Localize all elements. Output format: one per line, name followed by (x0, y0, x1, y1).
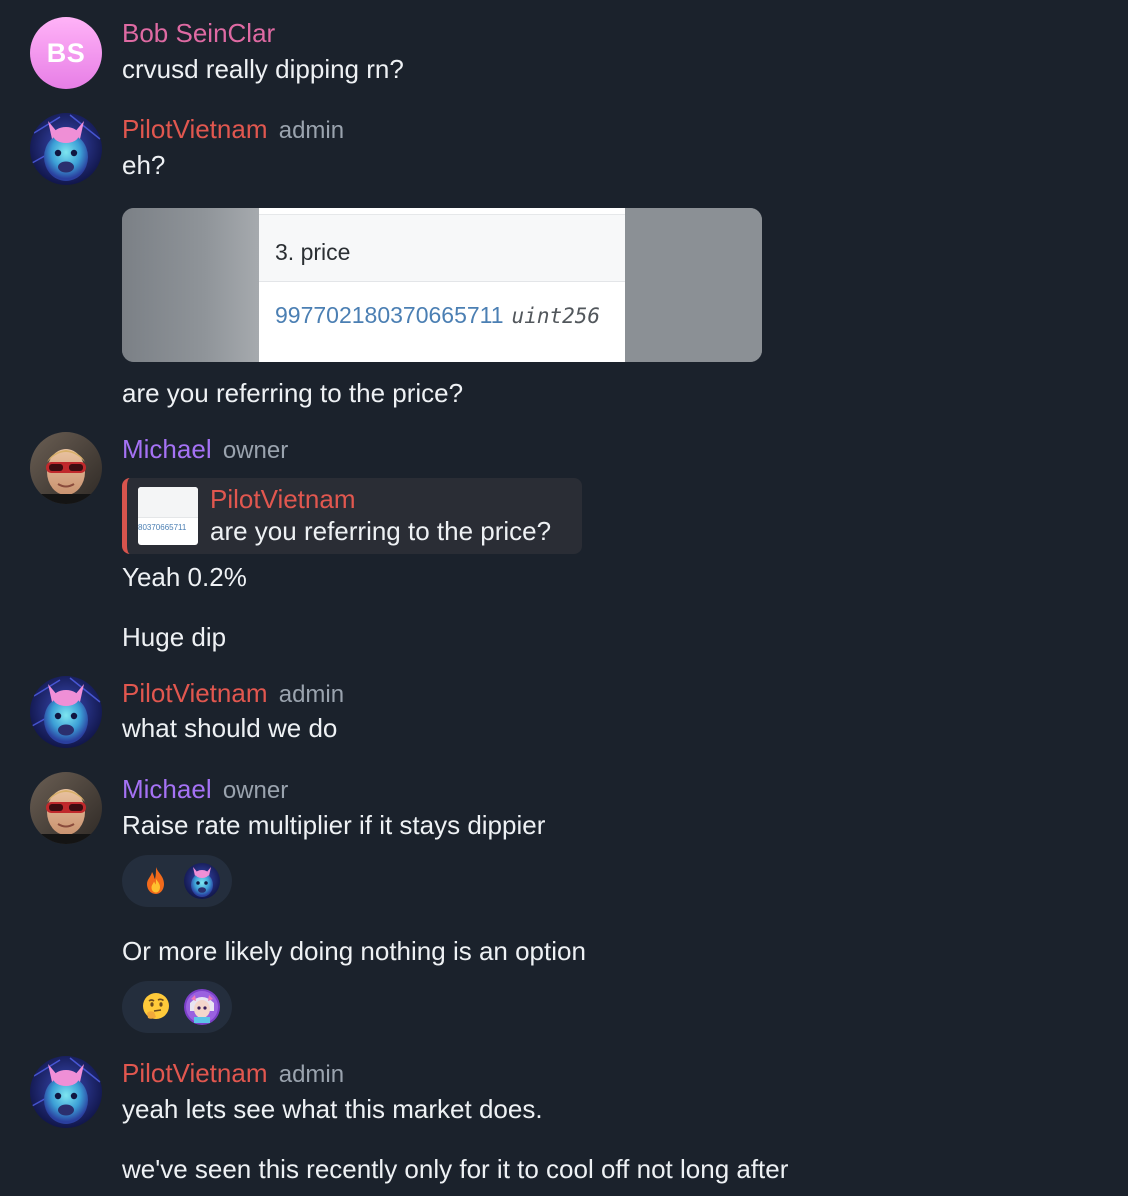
anime-reactor-avatar (184, 989, 220, 1025)
fire-icon (147, 867, 164, 894)
michael-avatar-image (30, 772, 102, 844)
reply-quote[interactable]: 80370665711 PilotVietnam are you referri… (122, 478, 582, 554)
message-header: PilotVietnam admin (122, 113, 344, 147)
photo-content: 3. price 997702180370665711 uint256 (259, 208, 625, 362)
role-badge: admin (278, 117, 345, 144)
message-header: PilotVietnam admin (122, 1057, 344, 1091)
reply-text: are you referring to the price? (210, 516, 552, 546)
role-badge: owner (222, 777, 289, 804)
thinking-face-emoji (140, 991, 172, 1023)
message-text: Or more likely doing nothing is an optio… (122, 936, 586, 966)
reaction-pill[interactable] (122, 981, 232, 1033)
message-header: PilotVietnam admin (122, 677, 344, 711)
message-text: Raise rate multiplier if it stays dippie… (122, 810, 546, 840)
photo-blur-right (625, 208, 762, 362)
reply-thumbnail-text: 80370665711 (138, 523, 187, 532)
message-text: we've seen this recently only for it to … (122, 1154, 789, 1184)
sender-name[interactable]: Michael (122, 774, 212, 804)
sender-name[interactable]: PilotVietnam (122, 678, 268, 708)
photo-blur-left (122, 208, 259, 362)
llama-avatar-image (30, 676, 102, 748)
reply-thumbnail-header (138, 487, 198, 518)
chat-history: BS Bob SeinClar crvusd really dipping rn… (0, 0, 1128, 1196)
message-text: eh? (122, 150, 166, 180)
message-header: Michael owner (122, 773, 288, 807)
sender-name[interactable]: PilotVietnam (122, 114, 268, 144)
reaction-pill[interactable] (122, 855, 232, 907)
reply-thumbnail: 80370665711 (138, 487, 198, 545)
message-text: Huge dip (122, 622, 227, 652)
photo-value: 997702180370665711 (275, 302, 504, 328)
photo-label: 3. price (275, 239, 351, 265)
sender-name[interactable]: Bob SeinClar (122, 18, 275, 48)
pilotvietnam-avatar[interactable] (30, 676, 102, 748)
photo-value-row: 997702180370665711 uint256 (275, 302, 600, 329)
pilotvietnam-avatar[interactable] (30, 113, 102, 185)
thinking-face-icon (143, 993, 169, 1019)
message-text: Yeah 0.2% (122, 562, 247, 592)
llama-avatar-image (184, 863, 220, 899)
photo-header-row: 3. price (259, 214, 625, 282)
photo-type: uint256 (511, 304, 601, 328)
role-badge: owner (222, 437, 289, 464)
llama-avatar-image (30, 113, 102, 185)
michael-avatar[interactable] (30, 772, 102, 844)
role-badge: admin (278, 1061, 345, 1088)
pilotvietnam-reactor-avatar (184, 863, 220, 899)
sender-name[interactable]: PilotVietnam (122, 1058, 268, 1088)
llama-avatar-image (30, 1056, 102, 1128)
photo-caption: are you referring to the price? (122, 378, 464, 408)
bob-seinclar-avatar[interactable]: BS (30, 17, 102, 89)
michael-avatar[interactable] (30, 432, 102, 504)
message-header: Michael owner (122, 433, 288, 467)
message-text: what should we do (122, 713, 338, 743)
reply-sender: PilotVietnam (210, 484, 356, 514)
message-header: Bob SeinClar (122, 17, 275, 49)
fire-emoji (140, 865, 172, 897)
sender-name[interactable]: Michael (122, 434, 212, 464)
anime-avatar-image (184, 989, 220, 1025)
message-text: yeah lets see what this market does. (122, 1094, 543, 1124)
michael-avatar-image (30, 432, 102, 504)
role-badge: admin (278, 681, 345, 708)
photo-attachment[interactable]: 3. price 997702180370665711 uint256 (122, 208, 762, 362)
message-text: crvusd really dipping rn? (122, 54, 404, 84)
pilotvietnam-avatar[interactable] (30, 1056, 102, 1128)
